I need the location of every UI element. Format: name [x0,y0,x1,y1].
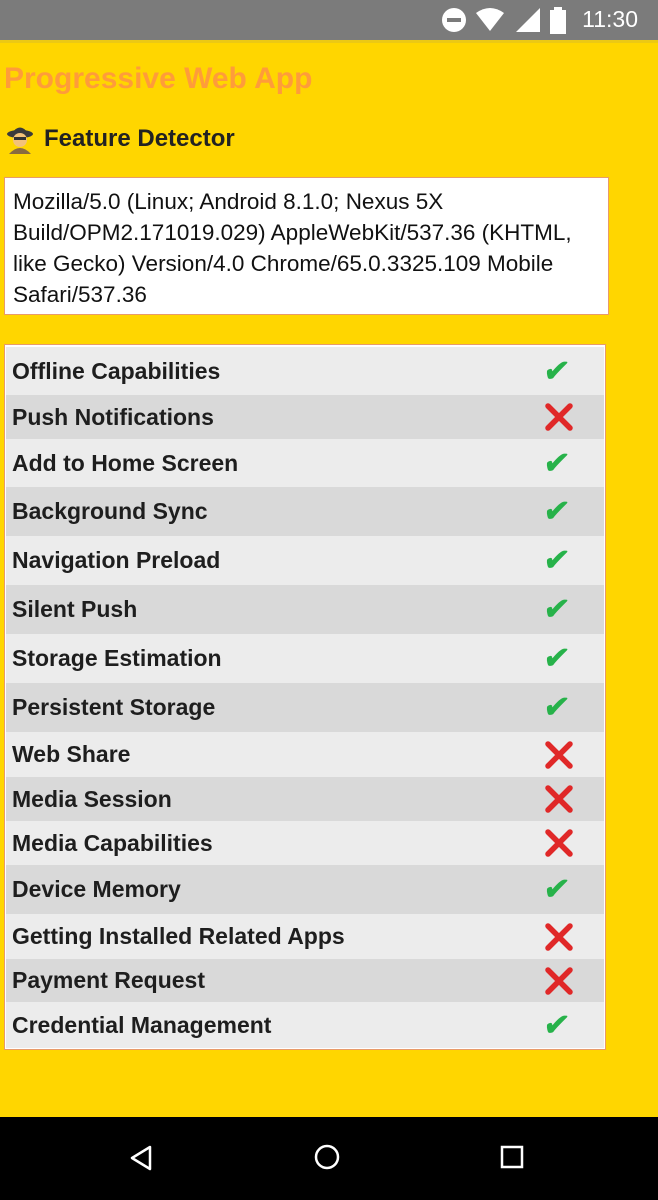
feature-label: Offline Capabilities [12,357,221,384]
cross-icon [544,402,604,432]
feature-row: Silent Push ✔ [6,585,604,634]
feature-row: Device Memory ✔ [6,865,604,914]
feature-label: Media Capabilities [12,829,213,856]
feature-label: Credential Management [12,1011,272,1038]
check-icon: ✔ [541,642,572,675]
feature-label: Navigation Preload [12,547,221,573]
feature-row: Persistent Storage ✔ [6,683,604,732]
check-icon: ✔ [541,354,572,388]
feature-row: Payment Request [6,959,604,1002]
cross-icon [544,740,604,770]
feature-label: Payment Request [12,967,206,993]
feature-row: Offline Capabilities ✔ [6,347,604,395]
navigation-bar [0,1117,658,1200]
feature-label: Web Share [12,741,131,767]
feature-row: Push Notifications [6,395,604,439]
feature-label: Media Session [12,785,172,812]
overview-icon[interactable] [500,1145,524,1169]
feature-row: Credential Management ✔ [6,1002,604,1048]
status-bar: 11:30 [0,0,658,40]
feature-row: Web Share [6,732,604,777]
user-agent-text: Mozilla/5.0 (Linux; Android 8.1.0; Nexus… [4,177,609,315]
page-title: Progressive Web App [4,62,313,95]
cross-icon [544,828,604,858]
detective-icon [7,127,33,154]
feature-label: Silent Push [12,596,138,622]
cross-icon [544,922,604,952]
feature-label: Persistent Storage [12,694,216,720]
feature-row: Add to Home Screen ✔ [6,439,604,487]
feature-label: Push Notifications [12,403,214,430]
check-icon: ✔ [541,1008,572,1042]
feature-row: Media Capabilities [6,821,604,865]
do-not-disturb-icon [442,8,466,32]
signal-icon [516,8,540,32]
status-time: 11:30 [582,6,638,32]
feature-row: Storage Estimation ✔ [6,634,604,683]
subtitle-text: Feature Detector [44,125,235,152]
check-icon: ✔ [541,593,572,626]
feature-label: Add to Home Screen [12,449,239,476]
cross-icon [544,784,604,814]
battery-icon [550,7,566,34]
feature-row: Getting Installed Related Apps [6,914,604,959]
feature-row: Navigation Preload ✔ [6,536,604,585]
feature-row: Background Sync ✔ [6,487,604,536]
feature-label: Storage Estimation [12,645,222,671]
feature-label: Device Memory [12,876,181,902]
home-icon[interactable] [313,1143,341,1171]
check-icon: ✔ [541,873,572,906]
wifi-icon [476,8,504,31]
feature-row: Media Session [6,777,604,821]
cross-icon [544,966,604,996]
feature-table: Offline Capabilities ✔ Push Notifications A… [4,344,606,1050]
check-icon: ✔ [541,446,572,480]
page-subtitle: Feature Detector [4,124,235,154]
feature-label: Background Sync [12,498,208,524]
check-icon: ✔ [541,544,572,577]
check-icon: ✔ [541,691,572,724]
back-icon[interactable] [128,1144,154,1172]
feature-label: Getting Installed Related Apps [12,923,345,949]
divider [0,40,658,43]
check-icon: ✔ [541,495,572,528]
